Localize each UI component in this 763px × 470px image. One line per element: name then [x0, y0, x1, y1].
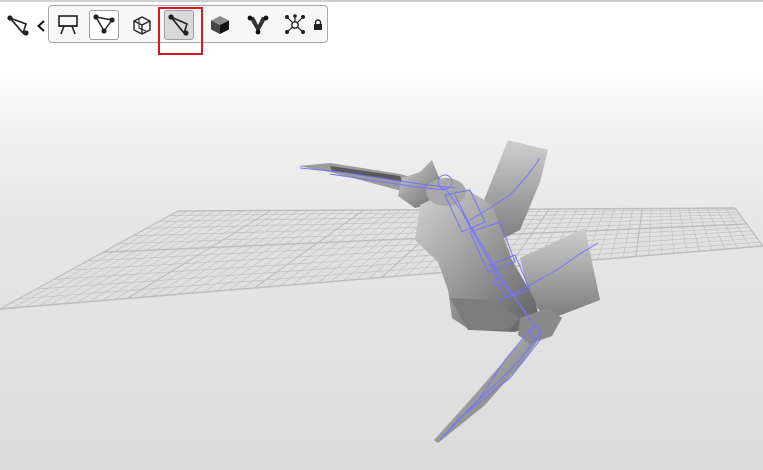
chevron-left-icon — [37, 20, 45, 32]
bone-select-icon — [168, 14, 189, 36]
current-mode-indicator — [4, 11, 34, 41]
bone-select-icon — [7, 15, 29, 36]
viewport-easel-icon — [58, 15, 78, 35]
bone-select-button[interactable] — [164, 10, 194, 40]
toolbar-collapse-button[interactable] — [36, 16, 46, 36]
lock-button[interactable] — [311, 10, 325, 40]
wireframe-cube-button[interactable] — [127, 10, 157, 40]
vertex-select-button[interactable] — [89, 10, 119, 40]
3d-viewport[interactable] — [0, 0, 763, 470]
skin-weight-icon — [247, 15, 269, 35]
joint-network-icon — [285, 14, 305, 34]
floor-grid — [0, 207, 763, 310]
skin-weight-button[interactable] — [243, 10, 273, 40]
joint-network-button[interactable] — [280, 10, 310, 40]
character-mesh[interactable] — [298, 140, 600, 443]
scene-canvas[interactable] — [0, 0, 763, 470]
selection-mode-toolbar — [48, 5, 328, 43]
lock-icon — [314, 19, 322, 30]
vertex-select-icon — [93, 14, 115, 34]
viewport-easel-button[interactable] — [53, 10, 83, 40]
solid-cube-icon — [211, 16, 229, 34]
wireframe-cube-icon — [133, 16, 151, 35]
solid-cube-button[interactable] — [205, 10, 235, 40]
